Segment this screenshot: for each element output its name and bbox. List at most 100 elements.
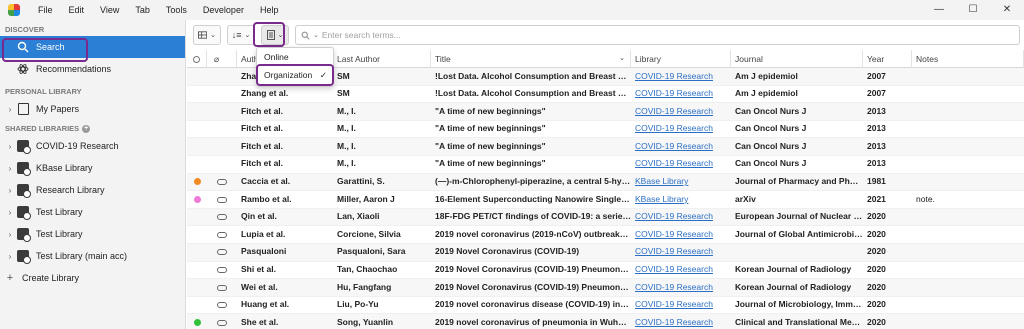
notes-column-header[interactable]: Notes <box>912 50 1024 68</box>
table-row[interactable]: Zhang et al. SM !Lost Data. Alcohol Consum… <box>187 86 1024 104</box>
sidebar-item-search[interactable]: Search <box>0 36 185 58</box>
table-row[interactable]: Qin et al. Lan, Xiaoli 18F-FDG PET/CT find… <box>187 208 1024 227</box>
chevron-right-icon[interactable]: › <box>4 164 16 173</box>
sidebar-item-recommendations[interactable]: Recommendations <box>0 58 185 80</box>
table-row[interactable]: Shi et al. Tan, Chaochao 2019 Novel Corona… <box>187 262 1024 280</box>
library-cell[interactable]: COVID-19 Research <box>631 243 731 261</box>
library-cell[interactable]: COVID-19 Research <box>631 85 731 103</box>
maximize-button[interactable]: ☐ <box>956 0 990 20</box>
menu-help[interactable]: Help <box>252 5 287 15</box>
chevron-down-icon[interactable]: ⌄ <box>313 31 319 39</box>
year-column-header[interactable]: Year <box>863 50 912 68</box>
status-cell <box>187 208 207 226</box>
chevron-right-icon[interactable]: › <box>4 186 16 195</box>
sidebar-item-label: Test Library (main acc) <box>36 251 128 261</box>
table-body: Zhang et al. SM !Lost Data. Alcohol Consum… <box>187 68 1024 329</box>
cloud-icon[interactable] <box>217 214 227 221</box>
sidebar-item-my-papers[interactable]: › My Papers <box>0 98 185 120</box>
library-cell[interactable]: COVID-19 Research <box>631 314 731 329</box>
sort-button[interactable]: ↓≡ ⌄ <box>227 25 255 45</box>
menu-edit[interactable]: Edit <box>61 5 93 15</box>
table-row[interactable]: Rambo et al. Miller, Aaron J 16-Element Su… <box>187 191 1024 209</box>
sidebar-item-label: Test Library <box>36 207 83 217</box>
chevron-right-icon[interactable]: › <box>4 230 16 239</box>
table-row[interactable]: Wei et al. Hu, Fangfang 2019 Novel Coronav… <box>187 279 1024 297</box>
cloud-icon[interactable] <box>217 284 227 291</box>
title-cell: !Lost Data. Alcohol Consumption and Brea… <box>435 88 631 99</box>
sort-icon: ↓≡ <box>231 30 242 40</box>
table-row[interactable]: Fitch et al. M., I. "A time of new beginni… <box>187 138 1024 156</box>
attachment-cell <box>207 191 237 209</box>
sidebar-item-kbase-library[interactable]: › KBase Library <box>0 157 185 179</box>
table-row[interactable]: Pasqualoni Pasqualoni, Sara 2019 Novel Cor… <box>187 243 1024 262</box>
table-row[interactable]: She et al. Song, Yuanlin 2019 novel corona… <box>187 314 1024 329</box>
authors-cell: Wei et al. <box>241 281 278 292</box>
cloud-icon[interactable] <box>217 249 227 256</box>
circle-icon <box>193 55 200 63</box>
menu-tab[interactable]: Tab <box>127 5 158 15</box>
minimize-button[interactable]: — <box>922 0 956 20</box>
dropdown-item-organization[interactable]: Organization ✓ <box>257 66 333 84</box>
search-bar[interactable]: ⌄ <box>295 25 1020 45</box>
sidebar-item-test-library-main-acc[interactable]: › Test Library (main acc) <box>0 245 185 267</box>
year-cell: 2007 <box>867 88 886 99</box>
last-author-column-header[interactable]: Last Author <box>333 50 431 68</box>
chevron-right-icon[interactable]: › <box>4 142 16 151</box>
library-cell[interactable]: COVID-19 Research <box>631 279 731 297</box>
cloud-icon[interactable] <box>217 267 227 274</box>
layout-toggle-button[interactable]: ⌄ <box>193 25 221 45</box>
menu-view[interactable]: View <box>92 5 127 15</box>
library-cell[interactable]: COVID-19 Research <box>631 68 731 86</box>
table-row[interactable]: Fitch et al. M., I. "A time of new beginni… <box>187 121 1024 139</box>
authors-cell: Fitch et al. <box>241 105 284 116</box>
notes-cell <box>912 314 1024 329</box>
library-cell[interactable]: COVID-19 Research <box>631 155 731 173</box>
sidebar-item-test-library[interactable]: › Test Library <box>0 201 185 223</box>
menu-tools[interactable]: Tools <box>158 5 195 15</box>
library-cell[interactable]: KBase Library <box>631 191 731 209</box>
status-cell <box>187 138 207 156</box>
status-column-header[interactable] <box>187 50 207 68</box>
library-cell[interactable]: COVID-19 Research <box>631 208 731 226</box>
journal-cell: Can Oncol Nurs J <box>735 158 807 169</box>
library-cell[interactable]: COVID-19 Research <box>631 296 731 314</box>
sidebar-item-test-library-2[interactable]: › Test Library <box>0 223 185 245</box>
cloud-icon[interactable] <box>217 196 227 203</box>
title-column-header[interactable]: Title ⌄ <box>431 50 631 68</box>
cloud-icon[interactable] <box>217 302 227 309</box>
table-row[interactable]: Huang et al. Liu, Po-Yu 2019 novel coronav… <box>187 297 1024 315</box>
attachment-column-header[interactable]: ⌀ <box>207 50 237 68</box>
cloud-icon[interactable] <box>217 179 227 186</box>
table-row[interactable]: Lupia et al. Corcione, Silvia 2019 novel c… <box>187 226 1024 244</box>
sidebar-item-research-library[interactable]: › Research Library <box>0 179 185 201</box>
sort-chevron-icon: ⌄ <box>619 55 625 62</box>
notes-cell <box>912 279 1024 297</box>
library-cell[interactable]: COVID-19 Research <box>631 226 731 244</box>
cloud-icon[interactable] <box>217 319 227 326</box>
library-column-header[interactable]: Library <box>631 50 731 68</box>
dropdown-item-online[interactable]: Online <box>257 48 333 66</box>
cloud-icon[interactable] <box>217 231 227 238</box>
add-library-icon[interactable]: + <box>82 124 91 133</box>
table-row[interactable]: Caccia et al. Garattini, S. (—)-m-Chloroph… <box>187 173 1024 192</box>
library-cell[interactable]: COVID-19 Research <box>631 120 731 138</box>
chevron-right-icon[interactable]: › <box>4 208 16 217</box>
journal-column-header[interactable]: Journal <box>731 50 863 68</box>
table-row[interactable]: Fitch et al. M., I. "A time of new beginni… <box>187 103 1024 121</box>
menu-file[interactable]: File <box>30 5 61 15</box>
library-cell[interactable]: COVID-19 Research <box>631 261 731 279</box>
library-cell[interactable]: COVID-19 Research <box>631 138 731 156</box>
close-button[interactable]: ✕ <box>990 0 1024 20</box>
library-cell[interactable]: COVID-19 Research <box>631 103 731 121</box>
search-input[interactable] <box>321 30 1019 40</box>
table-row[interactable]: Fitch et al. M., I. "A time of new beginni… <box>187 156 1024 174</box>
notes-cell <box>912 243 1024 261</box>
sidebar-item-covid-19-research[interactable]: › COVID-19 Research <box>0 135 185 157</box>
notes-cell <box>912 261 1024 279</box>
chevron-right-icon[interactable]: › <box>4 252 16 261</box>
chevron-right-icon[interactable]: › <box>4 105 16 114</box>
library-cell[interactable]: KBase Library <box>631 173 731 191</box>
source-filter-button[interactable]: ⌄ <box>261 25 289 45</box>
menu-developer[interactable]: Developer <box>195 5 252 15</box>
create-library-button[interactable]: + Create Library <box>0 267 185 289</box>
